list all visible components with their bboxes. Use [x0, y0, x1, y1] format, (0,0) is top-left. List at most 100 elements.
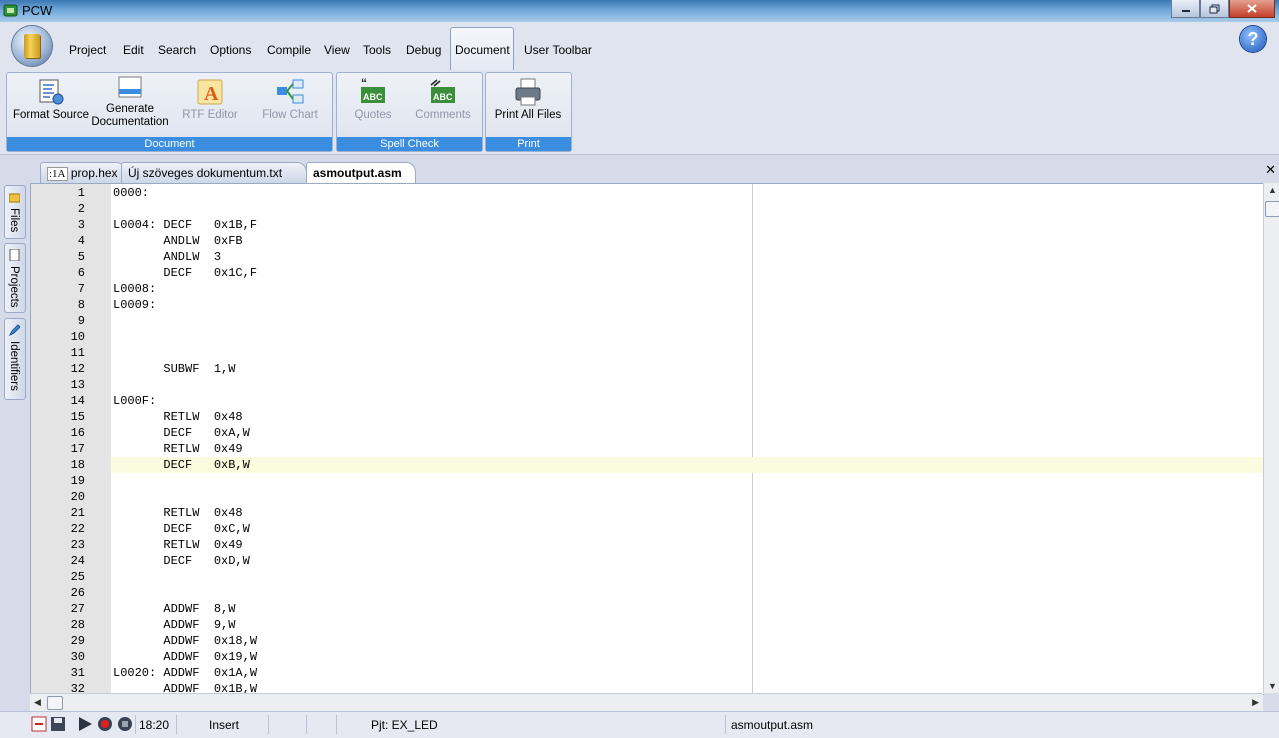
line-number: 23: [70, 538, 85, 552]
code-editor[interactable]: 1 0000: 2 3 L0004: DECF 0x1B,F 4 ANDLW 0xFB 5 …: [30, 183, 1264, 695]
code-line[interactable]: 22 DECF 0xC,W: [31, 521, 1264, 537]
menu-user-toolbar[interactable]: User Toolbar: [524, 43, 592, 57]
vertical-scrollbar[interactable]: ▲ ▼: [1263, 183, 1279, 693]
tab-label: Új szöveges dokumentum.txt: [128, 166, 283, 180]
menu-compile[interactable]: Compile: [267, 43, 311, 57]
play-icon[interactable]: [77, 716, 93, 732]
code-line[interactable]: 21 RETLW 0x48: [31, 505, 1264, 521]
code-line[interactable]: 20: [31, 489, 1264, 505]
line-number: 30: [70, 650, 85, 664]
menu-options[interactable]: Options: [210, 43, 251, 57]
stop-icon[interactable]: [117, 716, 133, 732]
menu-project[interactable]: Project: [69, 43, 106, 57]
code-line[interactable]: 14 L000F:: [31, 393, 1264, 409]
tab-asmoutput-asm[interactable]: asmoutput.asm: [306, 162, 416, 184]
horizontal-scroll-thumb[interactable]: [47, 696, 63, 710]
scroll-down-arrow-icon[interactable]: ▼: [1268, 681, 1277, 691]
code-line[interactable]: 27 ADDWF 8,W: [31, 601, 1264, 617]
code-line[interactable]: 17 RETLW 0x49: [31, 441, 1264, 457]
generate-documentation-label-1: Generate: [106, 103, 154, 115]
flow-chart-icon: [275, 77, 305, 107]
pcw-app-icon: [3, 4, 18, 17]
horizontal-scrollbar[interactable]: ◀ ▶: [30, 693, 1263, 711]
code-line[interactable]: 7 L0008:: [31, 281, 1264, 297]
code-line[interactable]: 5 ANDLW 3: [31, 249, 1264, 265]
code-line[interactable]: 13: [31, 377, 1264, 393]
scroll-up-arrow-icon[interactable]: ▲: [1268, 185, 1277, 195]
code-line[interactable]: 24 DECF 0xD,W: [31, 553, 1264, 569]
code-line[interactable]: 23 RETLW 0x49: [31, 537, 1264, 553]
line-number: 4: [77, 234, 85, 248]
code-line[interactable]: 8 L0009:: [31, 297, 1264, 313]
ribbon-group-label: Print: [486, 137, 571, 151]
tab-uj-szoveges-dokumentum[interactable]: Új szöveges dokumentum.txt: [121, 162, 307, 183]
close-tab-icon[interactable]: ✕: [1265, 162, 1276, 178]
menu-search[interactable]: Search: [158, 43, 196, 57]
code-line[interactable]: 25: [31, 569, 1264, 585]
menu-view[interactable]: View: [324, 43, 350, 57]
ribbon-group-spell-check: ABC “ Quotes ABC Comments Spell Check: [336, 72, 483, 152]
code-line[interactable]: 16 DECF 0xA,W: [31, 425, 1264, 441]
code-line[interactable]: 30 ADDWF 0x19,W: [31, 649, 1264, 665]
line-code: L0009:: [113, 298, 157, 312]
code-line[interactable]: 28 ADDWF 9,W: [31, 617, 1264, 633]
menu-document[interactable]: Document: [455, 43, 510, 57]
menu-debug[interactable]: Debug: [406, 43, 441, 57]
code-line[interactable]: 19: [31, 473, 1264, 489]
menu-tools[interactable]: Tools: [363, 43, 391, 57]
comments-button[interactable]: ABC Comments: [409, 77, 477, 122]
minimize-button[interactable]: [1171, 0, 1200, 18]
minus-icon[interactable]: [31, 716, 47, 732]
application-menu-orb[interactable]: [12, 26, 52, 66]
comments-spellcheck-icon: ABC: [428, 77, 458, 107]
rtf-editor-icon: A: [195, 77, 225, 107]
menu-edit[interactable]: Edit: [123, 43, 144, 57]
line-code: RETLW 0x49: [113, 538, 243, 552]
code-line[interactable]: 31 L0020: ADDWF 0x1A,W: [31, 665, 1264, 681]
code-line[interactable]: 26: [31, 585, 1264, 601]
tab-prop-hex[interactable]: :1A prop.hex: [40, 162, 126, 183]
code-line[interactable]: 3 L0004: DECF 0x1B,F: [31, 217, 1264, 233]
code-line[interactable]: 12 SUBWF 1,W: [31, 361, 1264, 377]
code-line[interactable]: 10: [31, 329, 1264, 345]
code-line[interactable]: 2: [31, 201, 1264, 217]
line-number: 24: [70, 554, 85, 568]
side-tab-identifiers[interactable]: Identifiers: [4, 318, 26, 400]
line-number: 25: [70, 570, 85, 584]
line-number: 9: [77, 314, 85, 328]
title-bar: PCW: [0, 0, 1279, 22]
help-icon[interactable]: ?: [1240, 26, 1266, 52]
code-line[interactable]: 6 DECF 0x1C,F: [31, 265, 1264, 281]
rtf-editor-button[interactable]: A RTF Editor: [177, 77, 243, 122]
scroll-left-arrow-icon[interactable]: ◀: [34, 697, 41, 708]
code-line[interactable]: 18 DECF 0xB,W: [31, 457, 1264, 473]
code-line[interactable]: 29 ADDWF 0x18,W: [31, 633, 1264, 649]
close-icon: [1247, 4, 1257, 13]
quotes-button[interactable]: ABC “ Quotes: [341, 76, 405, 122]
code-line[interactable]: 9: [31, 313, 1264, 329]
flow-chart-button[interactable]: Flow Chart: [253, 77, 327, 122]
code-line[interactable]: 4 ANDLW 0xFB: [31, 233, 1264, 249]
side-tab-label: Identifiers: [8, 341, 20, 391]
tab-label: asmoutput.asm: [313, 166, 402, 180]
code-line[interactable]: 15 RETLW 0x48: [31, 409, 1264, 425]
flow-chart-label: Flow Chart: [262, 109, 318, 121]
line-number: 15: [70, 410, 85, 424]
vertical-scroll-thumb[interactable]: [1265, 201, 1279, 217]
side-tab-projects[interactable]: Projects: [4, 243, 26, 313]
print-all-files-button[interactable]: Print All Files: [490, 77, 566, 122]
close-window-button[interactable]: [1229, 0, 1275, 18]
line-number: 7: [77, 282, 85, 296]
format-source-button[interactable]: Format Source: [11, 77, 91, 122]
restore-button[interactable]: [1200, 0, 1229, 18]
save-icon[interactable]: [50, 716, 66, 732]
generate-documentation-label-2: Documentation: [91, 116, 169, 128]
line-number: 17: [70, 442, 85, 456]
code-line[interactable]: 1 0000:: [31, 185, 1264, 201]
restore-icon: [1209, 4, 1220, 13]
scroll-right-arrow-icon[interactable]: ▶: [1252, 697, 1259, 708]
generate-documentation-button[interactable]: Generate Documentation: [91, 75, 169, 129]
side-tab-files[interactable]: Files: [4, 185, 26, 239]
code-line[interactable]: 11: [31, 345, 1264, 361]
record-icon[interactable]: [97, 716, 113, 732]
